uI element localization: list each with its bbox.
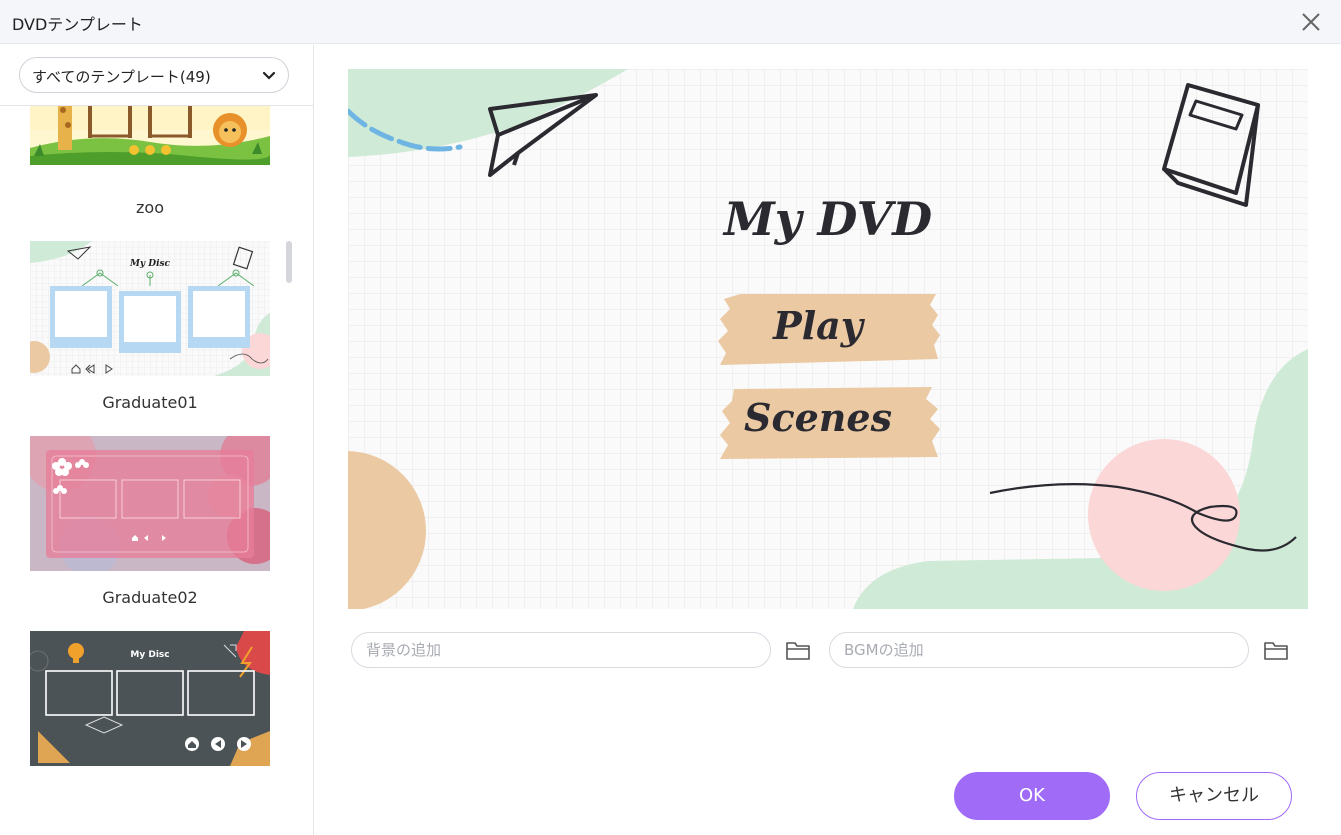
preview-scenes-button: Scenes	[744, 395, 892, 440]
preview-play-button: Play	[772, 303, 866, 348]
dvd-template-dialog: DVDテンプレート すべてのテンプレート(49) zoo My Disc Gra…	[0, 0, 1341, 835]
background-add-input[interactable]	[351, 632, 771, 668]
template-sidebar: すべてのテンプレート(49) zoo My Disc Graduate01 Gr…	[0, 45, 314, 835]
cancel-button[interactable]: キャンセル	[1136, 772, 1292, 820]
template-filter-select[interactable]: すべてのテンプレート(49)	[19, 57, 289, 93]
template-thumbnail-zoo[interactable]	[30, 106, 270, 165]
template-name: Graduate02	[102, 588, 198, 607]
svg-text:My Disc: My Disc	[129, 259, 171, 269]
template-filter-label: すべてのテンプレート(49)	[32, 68, 211, 86]
folder-icon[interactable]	[784, 636, 812, 664]
title-bar: DVDテンプレート	[0, 0, 1341, 44]
folder-icon[interactable]	[1262, 636, 1290, 664]
window-title: DVDテンプレート	[12, 15, 143, 34]
template-list-scrollbar[interactable]	[286, 241, 292, 283]
template-name: zoo	[136, 198, 164, 217]
bgm-add-input[interactable]	[829, 632, 1249, 668]
template-preview: My DVD Play Scenes	[348, 69, 1308, 609]
template-thumbnail-chalkboard[interactable]: My Disc	[30, 631, 270, 766]
template-name: Graduate01	[102, 393, 198, 412]
template-thumbnail-graduate01[interactable]: My Disc	[30, 241, 270, 376]
close-icon[interactable]	[1297, 8, 1325, 36]
preview-title: My DVD	[722, 192, 932, 246]
ok-button[interactable]: OK	[954, 772, 1110, 820]
template-thumbnail-graduate02[interactable]	[30, 436, 270, 571]
template-list: zoo My Disc Graduate01 Graduate02 My Dis…	[0, 106, 313, 835]
svg-text:My Disc: My Disc	[130, 650, 169, 660]
chevron-down-icon	[262, 71, 276, 80]
